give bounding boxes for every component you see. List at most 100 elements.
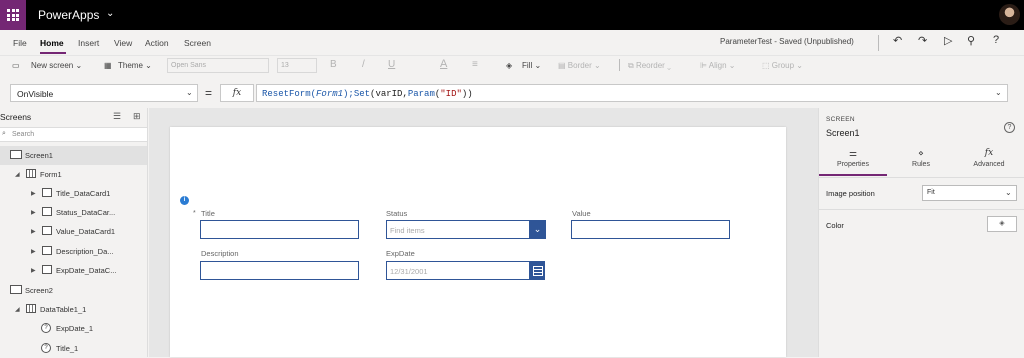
align-text-button[interactable]: ≡ <box>472 59 478 70</box>
app-launcher-button[interactable] <box>0 0 26 30</box>
fx-icon: fx <box>984 148 994 158</box>
expand-icon[interactable]: ▶ <box>31 267 36 274</box>
tree-label: Value_DataCard1 <box>56 227 116 236</box>
avatar[interactable] <box>999 4 1020 25</box>
info-icon[interactable]: i <box>180 196 189 205</box>
tree-item-title-column[interactable]: ? Title_1 <box>0 339 147 358</box>
fx-button[interactable]: fx <box>220 84 254 102</box>
italic-button[interactable]: / <box>362 59 365 70</box>
reorder-button[interactable]: ⧉ Reorder ⌄ <box>628 61 671 71</box>
reorder-label: Reorder <box>635 61 665 70</box>
fill-button[interactable]: Fill ⌄ <box>522 61 541 70</box>
expdate-label: ExpDate <box>386 249 415 258</box>
expand-icon[interactable]: ▶ <box>31 209 36 216</box>
tree-item-expdate-datacard[interactable]: ▶ ExpDate_DataC... <box>0 261 147 280</box>
chevron-down-icon[interactable]: ⌄ <box>106 8 114 19</box>
formula-input[interactable]: ResetForm(Form1);Set(varID,Param("ID")) <box>256 84 1008 102</box>
border-button[interactable]: ▤ Border ⌄ <box>558 61 601 70</box>
play-icon[interactable]: ▷ <box>944 34 952 47</box>
tab-properties[interactable]: ⚌ Properties <box>819 148 887 176</box>
search-input[interactable]: Search <box>0 127 147 142</box>
menu-screen[interactable]: Screen <box>184 38 211 48</box>
menu-file[interactable]: File <box>13 38 27 48</box>
menu-home[interactable]: Home <box>40 38 64 48</box>
top-bar <box>0 0 1024 30</box>
menu-insert[interactable]: Insert <box>78 38 99 48</box>
color-label: Color <box>826 221 844 230</box>
new-screen-button[interactable]: New screen ⌄ <box>31 61 82 70</box>
tree-item-screen2[interactable]: Screen2 <box>0 281 147 300</box>
collapse-icon[interactable]: ◢ <box>15 171 20 178</box>
tree-item-expdate-column[interactable]: ? ExpDate_1 <box>0 319 147 338</box>
description-label: Description <box>201 249 239 258</box>
unknown-control-icon: ? <box>41 343 51 353</box>
font-select[interactable]: Open Sans <box>167 58 269 73</box>
grid-view-icon[interactable]: ⊞ <box>133 111 141 122</box>
align-button[interactable]: ⊫ Align ⌄ <box>700 61 735 70</box>
calendar-icon[interactable] <box>529 261 545 280</box>
tree-label: Title_DataCard1 <box>56 189 111 198</box>
control-name[interactable]: Screen1 <box>826 128 860 138</box>
list-view-icon[interactable]: ☰ <box>113 111 121 122</box>
app-title[interactable]: PowerApps <box>38 6 99 24</box>
value-input[interactable] <box>571 220 730 239</box>
theme-button[interactable]: Theme ⌄ <box>118 61 152 70</box>
status-combobox[interactable]: Find items <box>386 220 531 239</box>
font-size-select[interactable]: 13 <box>277 58 317 73</box>
underline-button[interactable]: U <box>388 59 395 70</box>
tab-rules[interactable]: ⋄ Rules <box>887 148 955 176</box>
undo-icon[interactable]: ↶ <box>893 34 902 47</box>
menu-view[interactable]: View <box>114 38 132 48</box>
menu-action[interactable]: Action <box>145 38 169 48</box>
image-position-select[interactable]: Fit <box>922 185 1017 201</box>
chevron-down-icon[interactable]: ⌄ <box>186 88 193 97</box>
divider <box>878 35 879 51</box>
tree-item-form1[interactable]: ◢ Form1 <box>0 165 147 184</box>
waffle-icon <box>7 9 19 21</box>
fill-icon[interactable]: ◈ <box>506 61 512 70</box>
tab-label: Rules <box>912 161 930 168</box>
theme-icon[interactable]: ▦ <box>104 61 112 70</box>
tree-label: Description_Da... <box>56 247 114 256</box>
tree-label: Status_DataCar... <box>56 208 116 217</box>
help-icon[interactable]: ? <box>993 34 999 46</box>
tree-item-description-datacard[interactable]: ▶ Description_Da... <box>0 242 147 261</box>
group-label: Group <box>771 61 795 70</box>
properties-panel <box>818 108 1024 357</box>
tree-item-value-datacard[interactable]: ▶ Value_DataCard1 <box>0 222 147 241</box>
card-icon <box>42 265 52 274</box>
chevron-down-icon[interactable]: ⌄ <box>529 220 546 239</box>
group-button[interactable]: ⬚ Group ⌄ <box>762 61 803 70</box>
tab-advanced[interactable]: fx Advanced <box>955 148 1023 176</box>
divider <box>619 59 620 71</box>
property-select[interactable]: OnVisible <box>10 84 198 102</box>
expand-icon[interactable]: ▶ <box>31 248 36 255</box>
theme-label: Theme <box>118 61 143 70</box>
title-input[interactable] <box>200 220 359 239</box>
screen-canvas[interactable] <box>170 127 786 357</box>
tree-item-title-datacard[interactable]: ▶ Title_DataCard1 <box>0 184 147 203</box>
formula-token: Param <box>407 89 435 99</box>
expdate-picker[interactable]: 12/31/2001 <box>386 261 531 280</box>
bold-button[interactable]: B <box>330 59 337 70</box>
chevron-down-icon[interactable]: ⌄ <box>1005 188 1012 197</box>
redo-icon[interactable]: ↷ <box>918 34 927 47</box>
screen-icon <box>10 285 22 294</box>
new-screen-icon[interactable]: ▭ <box>12 61 20 70</box>
unknown-control-icon: ? <box>41 323 51 333</box>
font-color-button[interactable]: A <box>440 58 447 70</box>
color-picker[interactable]: ◈ <box>987 216 1017 232</box>
help-icon[interactable]: ? <box>1004 122 1015 133</box>
tree-item-screen1[interactable]: Screen1 <box>0 146 147 165</box>
collapse-icon[interactable]: ◢ <box>15 306 20 313</box>
formula-token: ResetForm( <box>262 89 317 99</box>
tree-item-datatable[interactable]: ◢ DataTable1_1 <box>0 300 147 319</box>
user-icon[interactable]: ⚲ <box>967 34 975 47</box>
expand-icon[interactable]: ▶ <box>31 190 36 197</box>
expand-icon[interactable]: ▶ <box>31 228 36 235</box>
description-input[interactable] <box>200 261 359 280</box>
tree-label: Screen1 <box>25 151 53 160</box>
expand-formula-icon[interactable]: ⌄ <box>995 88 1002 97</box>
tree-item-status-datacard[interactable]: ▶ Status_DataCar... <box>0 203 147 222</box>
save-status: ParameterTest - Saved (Unpublished) <box>720 37 854 46</box>
